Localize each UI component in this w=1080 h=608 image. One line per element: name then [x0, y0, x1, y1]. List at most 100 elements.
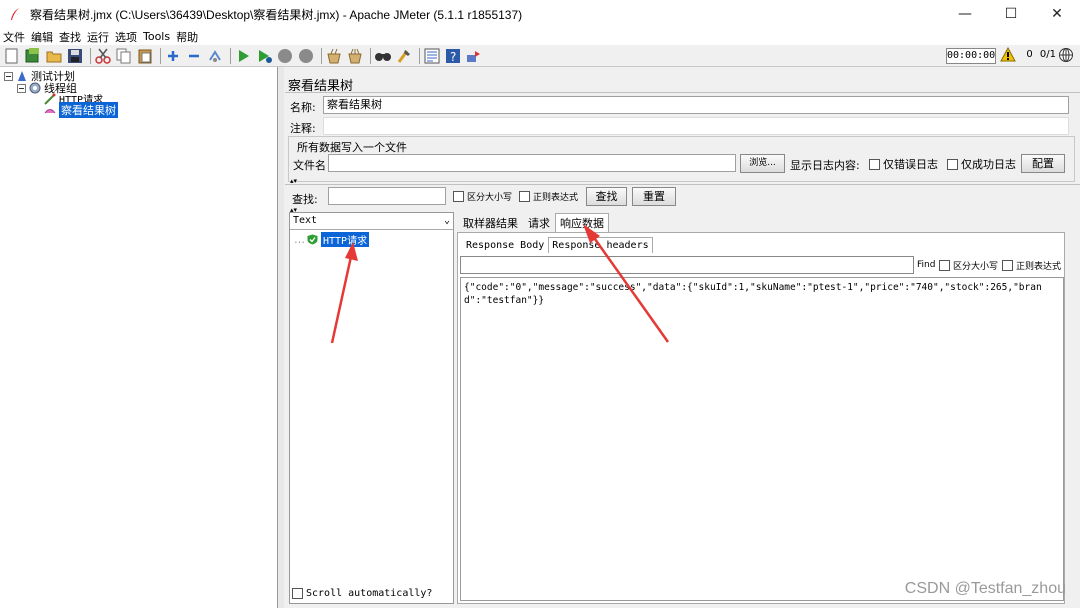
result-tabs: 取样器结果 请求 响应数据 [458, 213, 609, 232]
name-label: 名称: [290, 101, 316, 114]
test-plan-tree[interactable]: 测试计划 线程组 HTTP请求 察看结果树 [0, 67, 278, 608]
paste-icon[interactable] [136, 47, 154, 65]
checkbox-box[interactable] [519, 191, 530, 202]
response-subtabs: Response Body Response headers [462, 237, 653, 253]
tab-response-body[interactable]: Response Body [462, 237, 548, 253]
log-content-label: 显示日志内容: [790, 159, 860, 172]
function-helper-icon[interactable] [423, 47, 441, 65]
collapse-toggle-icon[interactable] [17, 83, 26, 93]
start-no-pause-icon[interactable] [255, 47, 273, 65]
results-list[interactable]: Text ⌄ … HTTP请求 Scroll automatically? [289, 212, 454, 604]
checkbox-box[interactable] [939, 260, 950, 271]
save-icon[interactable] [66, 47, 84, 65]
checkbox-label: 仅错误日志 [883, 158, 938, 171]
success-only-checkbox[interactable]: 仅成功日志 [947, 156, 1016, 172]
globe-icon[interactable] [1058, 47, 1074, 66]
search-field[interactable] [328, 187, 446, 205]
checkbox-label: 正则表达式 [1016, 262, 1062, 272]
renderer-value: Text [293, 215, 318, 226]
renderer-select[interactable]: Text ⌄ [290, 213, 453, 230]
checkbox-label: 仅成功日志 [961, 158, 1016, 171]
clear-all-icon[interactable] [346, 47, 364, 65]
minimize-button[interactable]: — [942, 0, 988, 28]
cut-icon[interactable] [94, 47, 112, 65]
search-icon[interactable] [374, 47, 392, 65]
window-title: 察看结果树.jmx (C:\Users\36439\Desktop\察看结果树.… [30, 7, 523, 22]
checkbox-box[interactable] [947, 158, 958, 170]
checkbox-box[interactable] [453, 191, 464, 202]
toolbar-separator [230, 47, 231, 64]
menu-tools[interactable]: Tools [143, 30, 170, 43]
help-icon[interactable]: ? [444, 47, 462, 65]
remote-icon[interactable] [465, 47, 483, 65]
tab-sampler-result[interactable]: 取样器结果 [458, 213, 523, 232]
configure-button[interactable]: 配置 [1021, 154, 1065, 173]
result-label: HTTP请求 [321, 232, 370, 247]
shutdown-icon[interactable] [297, 47, 315, 65]
collapse-icon[interactable] [185, 47, 203, 65]
result-item[interactable]: … HTTP请求 [294, 232, 370, 247]
checkbox-box[interactable] [869, 158, 880, 170]
comment-field[interactable] [323, 117, 1069, 135]
toggle-icon[interactable] [206, 47, 224, 65]
find-label: Find [917, 260, 936, 270]
reset-button[interactable]: 重置 [632, 187, 676, 206]
menu-search[interactable]: 查找 [59, 29, 81, 45]
watermark: CSDN @Testfan_zhou [904, 580, 1066, 597]
find-regex-checkbox[interactable]: 正则表达式 [1002, 259, 1061, 272]
menu-edit[interactable]: 编辑 [31, 29, 53, 45]
menu-file[interactable]: 文件 [3, 29, 25, 45]
elapsed-timer: 00:00:00 [946, 48, 996, 64]
expand-icon[interactable] [164, 47, 182, 65]
find-field[interactable] [460, 256, 914, 274]
title-bar: 察看结果树.jmx (C:\Users\36439\Desktop\察看结果树.… [0, 0, 1080, 28]
tab-response-headers[interactable]: Response headers [548, 237, 653, 253]
toolbar-separator [370, 47, 371, 64]
template-icon[interactable] [24, 47, 42, 65]
checkbox-box[interactable] [292, 588, 303, 599]
toolbar-separator [160, 47, 161, 64]
checkbox-box[interactable] [1002, 260, 1013, 271]
scroll-auto-checkbox[interactable]: Scroll automatically? [292, 588, 432, 599]
divider [285, 92, 1080, 93]
regex-checkbox[interactable]: 正则表达式 [519, 190, 578, 203]
browse-button[interactable]: 浏览... [740, 154, 785, 173]
stop-icon[interactable] [276, 47, 294, 65]
checkbox-label: Scroll automatically? [306, 588, 433, 599]
tab-response-data[interactable]: 响应数据 [555, 213, 609, 232]
menu-run[interactable]: 运行 [87, 29, 109, 45]
copy-icon[interactable] [115, 47, 133, 65]
comment-label: 注释: [290, 122, 316, 135]
name-field[interactable]: 察看结果树 [323, 96, 1069, 114]
find-case-checkbox[interactable]: 区分大小写 [939, 259, 998, 272]
menu-options[interactable]: 选项 [115, 29, 137, 45]
filename-field[interactable] [328, 154, 736, 172]
success-shield-icon [307, 234, 318, 245]
case-sensitive-checkbox[interactable]: 区分大小写 [453, 190, 512, 203]
tree-item-label: 察看结果树 [59, 102, 118, 118]
divider [285, 184, 1080, 185]
search-label: 查找: [292, 193, 318, 206]
errors-only-checkbox[interactable]: 仅错误日志 [869, 156, 938, 172]
maximize-button[interactable]: ☐ [988, 0, 1034, 28]
status-counts: 0 0/1 [1026, 49, 1056, 60]
pane-splitter[interactable] [278, 67, 284, 608]
reset-search-icon[interactable] [395, 47, 413, 65]
thread-count: 0/1 [1039, 49, 1056, 60]
tab-request[interactable]: 请求 [523, 213, 555, 232]
warning-icon[interactable] [1000, 46, 1016, 65]
checkbox-label: 正则表达式 [533, 193, 579, 203]
find-button[interactable]: 查找 [586, 187, 627, 206]
open-icon[interactable] [45, 47, 63, 65]
collapse-toggle-icon[interactable] [4, 71, 13, 81]
tree-item-view-results-tree[interactable]: 察看结果树 [44, 102, 118, 118]
chevron-down-icon[interactable]: ⌄ [444, 213, 450, 229]
menu-help[interactable]: 帮助 [176, 29, 198, 45]
svg-text:?: ? [450, 50, 456, 64]
response-body-text[interactable]: {"code":"0","message":"success","data":{… [460, 277, 1064, 601]
new-icon[interactable] [3, 47, 21, 65]
close-button[interactable]: ✕ [1034, 0, 1080, 28]
clear-icon[interactable] [325, 47, 343, 65]
start-icon[interactable] [234, 47, 252, 65]
tree-connector: … [294, 233, 305, 246]
